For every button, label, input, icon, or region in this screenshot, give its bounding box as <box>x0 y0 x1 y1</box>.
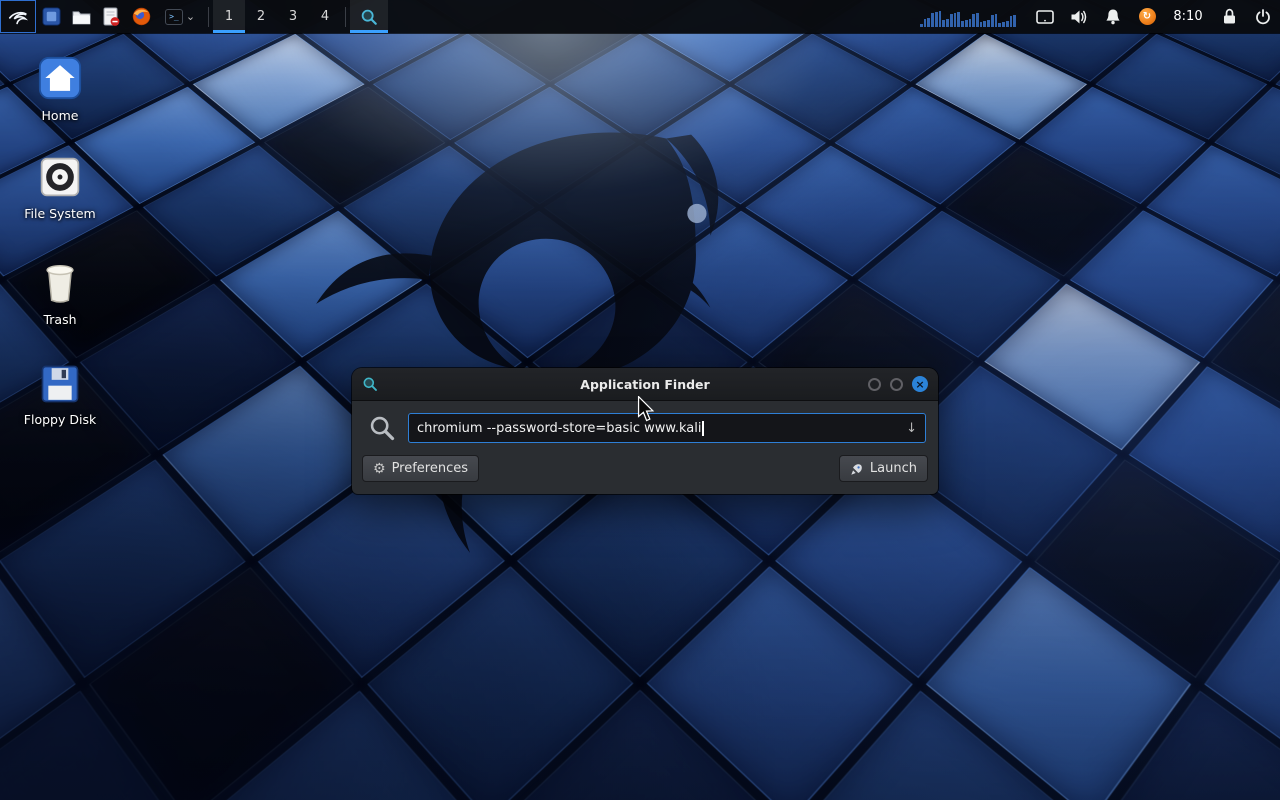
monitor-bar <box>961 21 964 27</box>
folder-icon <box>72 9 91 25</box>
workspace-button-2[interactable]: 2 <box>245 0 277 33</box>
monitor-bar <box>939 11 942 27</box>
search-icon <box>360 8 378 26</box>
desktop-icon-file-system[interactable]: File System <box>10 156 110 221</box>
search-icon <box>368 414 396 442</box>
search-row: chromium --password-store=basic www.kali… <box>352 401 938 443</box>
speaker-icon <box>1070 9 1088 25</box>
button-row: ⚙ Preferences Launch <box>352 443 938 482</box>
monitor-bar <box>972 14 975 27</box>
preferences-button[interactable]: ⚙ Preferences <box>362 455 479 482</box>
workspace-button-1[interactable]: 1 <box>213 0 245 33</box>
window-title: Application Finder <box>352 377 938 392</box>
monitor-bar <box>927 18 930 27</box>
home-icon <box>38 56 82 100</box>
updates-tray-button[interactable]: ↻ <box>1130 0 1164 33</box>
file-manager-button[interactable] <box>66 0 96 33</box>
kali-menu-button[interactable] <box>0 0 36 33</box>
command-input-value: chromium --password-store=basic www.kali <box>417 421 701 436</box>
monitor-bar <box>980 22 983 27</box>
logout-tray-button[interactable] <box>1246 0 1280 33</box>
monitor-bar <box>991 15 994 27</box>
monitor-bar <box>1013 15 1016 27</box>
preferences-button-label: Preferences <box>392 461 468 476</box>
desktop-icon-label: Trash <box>43 312 76 327</box>
desktop-icon-label: File System <box>24 206 96 221</box>
display-settings-tray-button[interactable] <box>1028 0 1062 33</box>
bell-icon <box>1105 8 1121 25</box>
window-title-icon <box>362 376 378 392</box>
monitor-bar <box>957 12 960 27</box>
text-editor-button[interactable] <box>96 0 126 33</box>
monitor-bar <box>935 12 938 27</box>
firefox-button[interactable] <box>126 0 156 33</box>
application-finder-window: Application Finder × chromium --password… <box>352 368 938 494</box>
monitor-bar <box>924 19 927 27</box>
monitor-bar <box>998 23 1001 27</box>
monitor-bar <box>954 13 957 27</box>
close-button[interactable]: × <box>912 376 928 392</box>
monitor-bar <box>995 14 998 27</box>
kali-logo-icon <box>7 6 29 28</box>
update-indicator-icon: ↻ <box>1139 8 1156 25</box>
desktop-icon-floppy-disk[interactable]: Floppy Disk <box>10 364 110 427</box>
monitor-bar <box>1006 21 1009 27</box>
command-input[interactable]: chromium --password-store=basic www.kali… <box>408 413 926 443</box>
desktop-icon-label: Home <box>42 108 79 123</box>
monitor-bar <box>1010 16 1013 27</box>
wallpaper-cube-grid <box>0 0 1280 280</box>
workspace-button-3[interactable]: 3 <box>277 0 309 33</box>
monitor-bar <box>983 21 986 27</box>
lock-icon <box>1222 8 1237 25</box>
panel-clock[interactable]: 8:10 <box>1164 0 1212 33</box>
display-icon <box>1036 10 1054 24</box>
monitor-bar <box>942 20 945 27</box>
workspace-button-4[interactable]: 4 <box>309 0 341 33</box>
launch-button-label: Launch <box>870 461 917 476</box>
monitor-bar <box>987 20 990 27</box>
floppy-disk-icon <box>40 364 80 404</box>
launch-button[interactable]: Launch <box>839 455 928 482</box>
chevron-down-icon: ⌄ <box>186 10 195 23</box>
power-icon <box>1255 9 1271 25</box>
close-icon: × <box>915 379 924 390</box>
show-desktop-button[interactable] <box>36 0 66 33</box>
monitor-bar <box>969 19 972 27</box>
firefox-icon <box>132 7 151 26</box>
panel-separator <box>345 7 346 27</box>
volume-tray-button[interactable] <box>1062 0 1096 33</box>
desktop-icon-label: Floppy Disk <box>24 412 96 427</box>
screen-lock-tray-button[interactable] <box>1212 0 1246 33</box>
text-editor-icon <box>103 7 120 27</box>
desktop-icon-home[interactable]: Home <box>10 56 110 123</box>
monitor-bar <box>920 24 923 27</box>
terminal-icon: >_ <box>165 9 183 25</box>
top-panel: >_ ⌄ 1 2 3 4 <box>0 0 1280 33</box>
launch-rocket-icon <box>850 462 864 476</box>
terminal-launcher-button[interactable]: >_ ⌄ <box>156 0 204 33</box>
monitor-bar <box>1002 22 1005 27</box>
text-caret <box>702 421 704 436</box>
minimize-button[interactable] <box>868 378 881 391</box>
desktop-root: Home File System Trash Floppy Disk <box>0 0 1280 800</box>
monitor-bar <box>976 13 979 27</box>
window-icon <box>42 7 61 26</box>
panel-spacer <box>388 0 920 33</box>
notifications-tray-button[interactable] <box>1096 0 1130 33</box>
file-system-icon <box>39 156 81 198</box>
panel-separator <box>208 7 209 27</box>
titlebar[interactable]: Application Finder × <box>352 368 938 401</box>
taskbar-application-finder-button[interactable] <box>350 0 388 33</box>
desktop-icon-trash[interactable]: Trash <box>10 262 110 327</box>
dropdown-arrow-icon[interactable]: ↓ <box>900 421 917 436</box>
monitor-bar <box>931 13 934 27</box>
monitor-bar <box>965 20 968 27</box>
maximize-button[interactable] <box>890 378 903 391</box>
monitor-bar <box>950 14 953 27</box>
gear-icon: ⚙ <box>373 462 386 476</box>
monitor-bar <box>946 19 949 27</box>
system-monitor-graph[interactable] <box>920 7 1016 27</box>
trash-icon <box>41 262 79 304</box>
